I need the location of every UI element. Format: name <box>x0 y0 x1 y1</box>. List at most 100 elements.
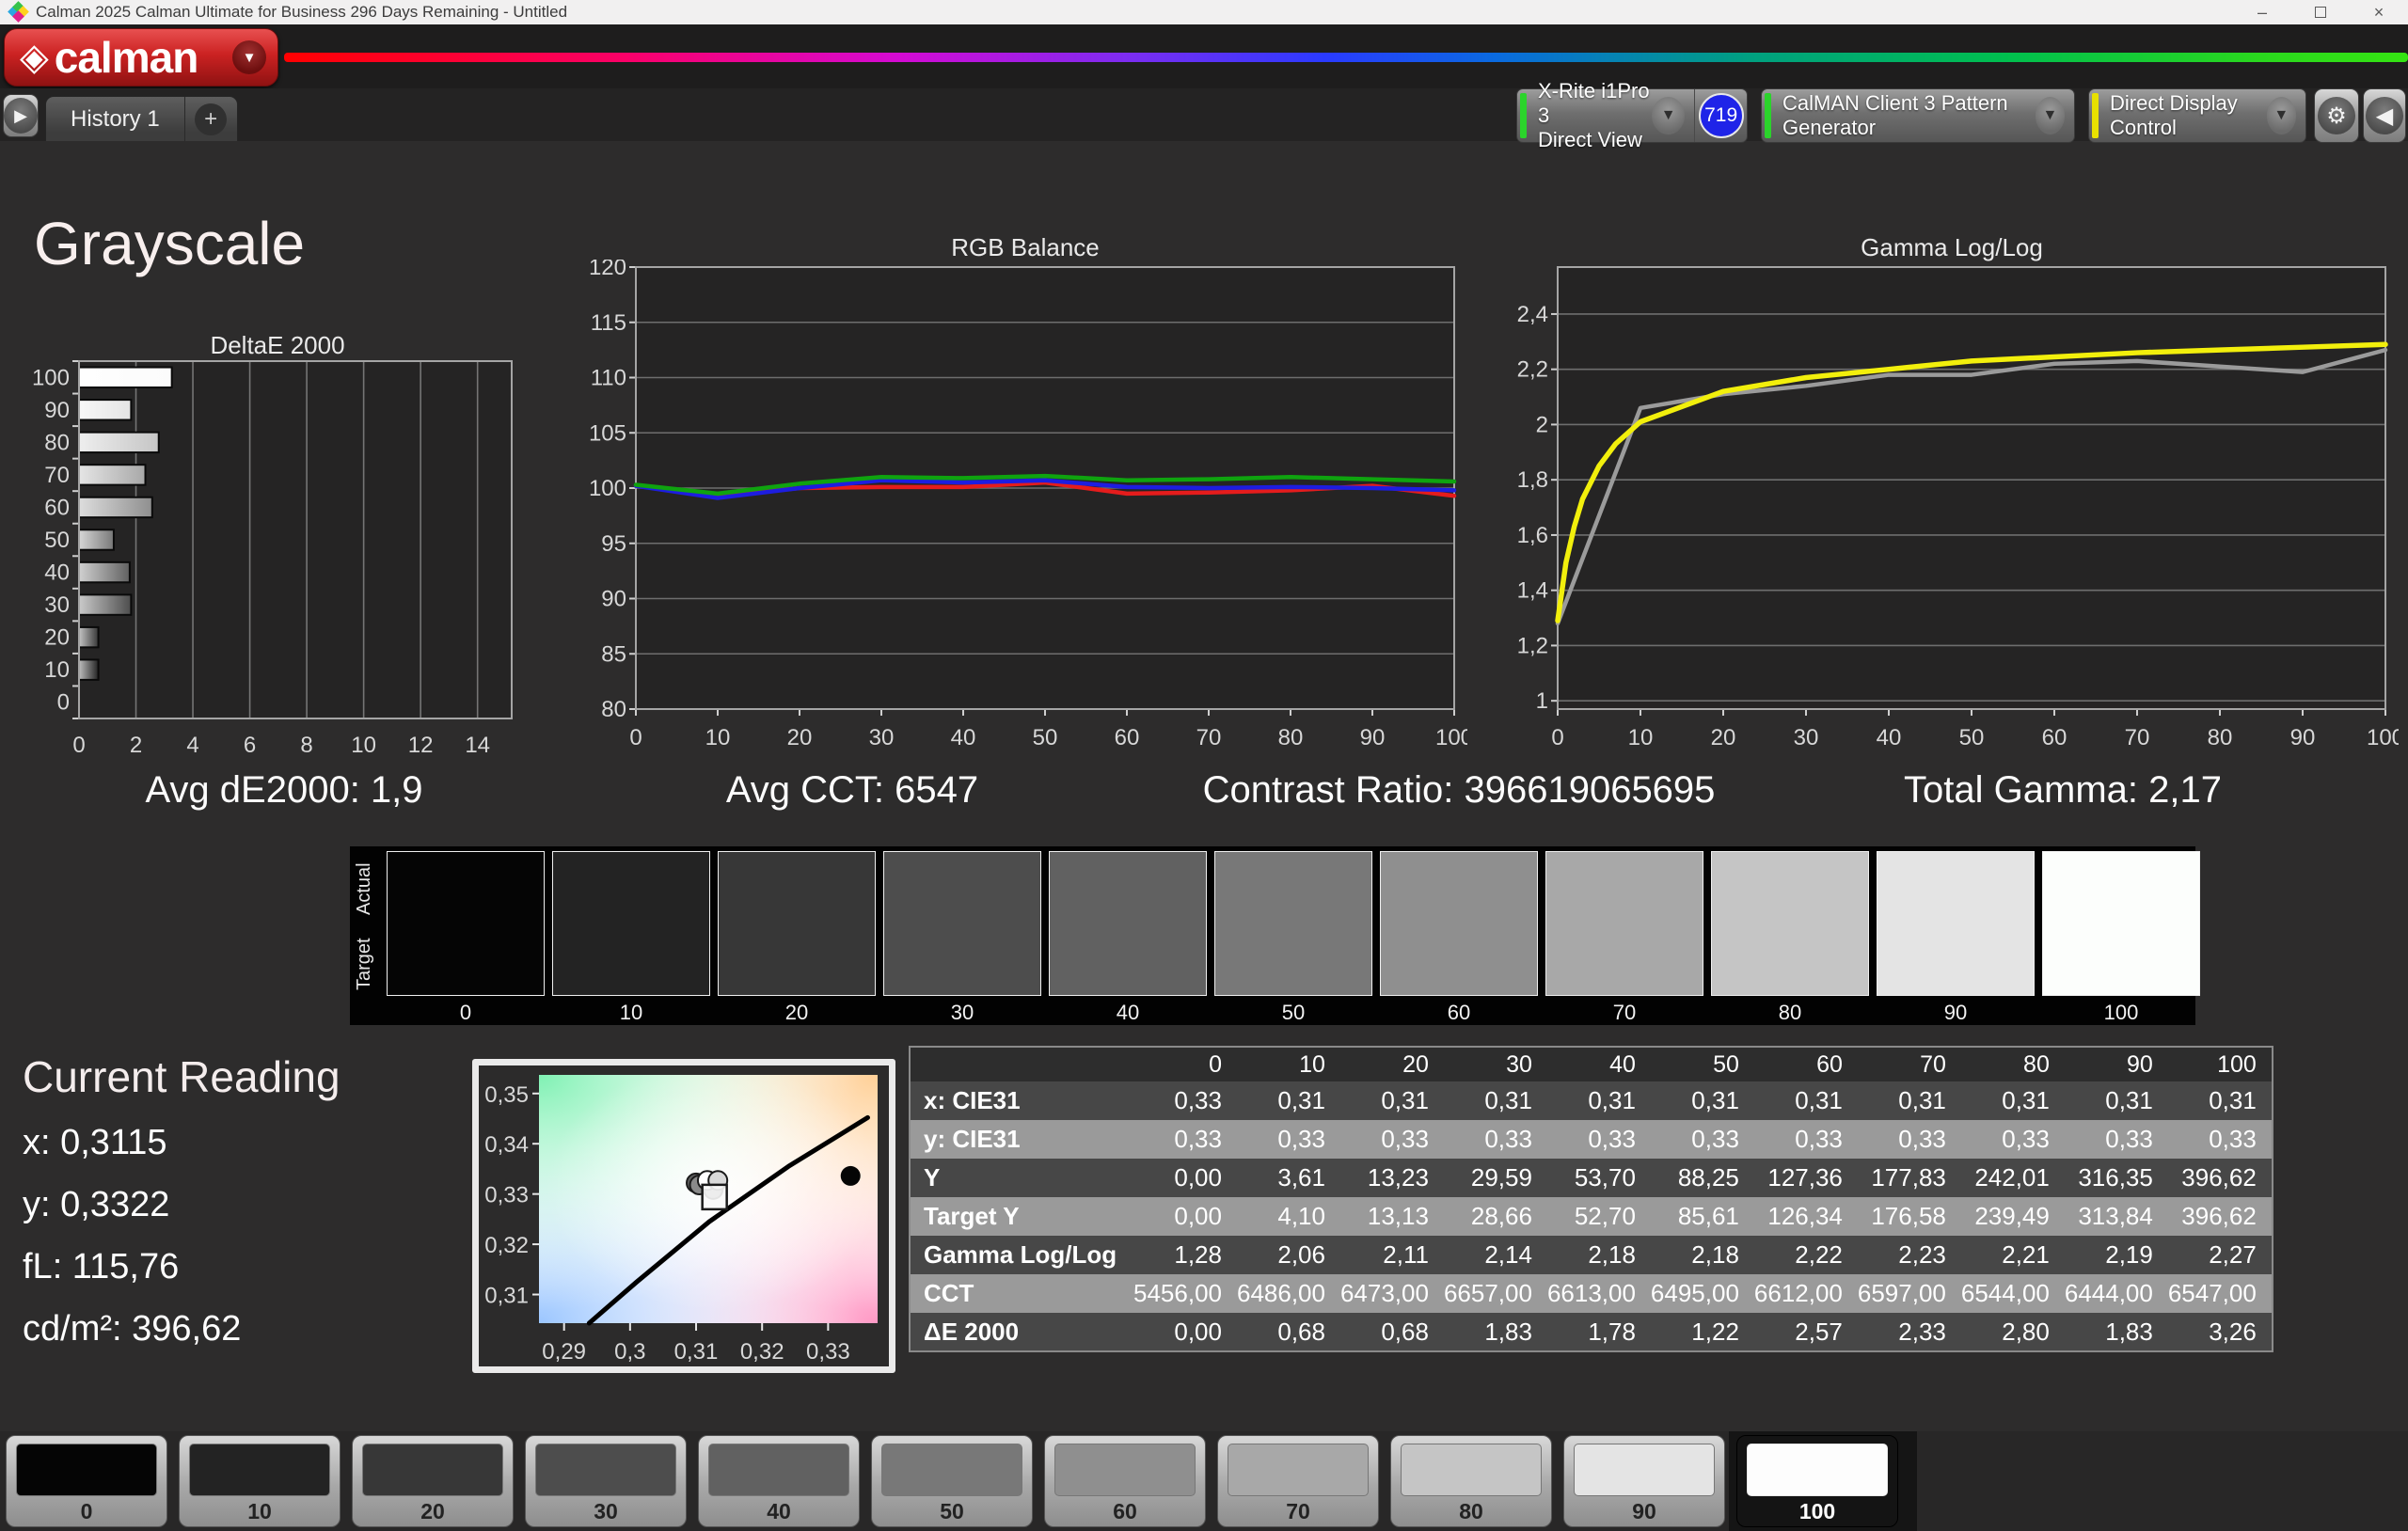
table-cell: 6612,00 <box>1754 1274 1858 1313</box>
cie-chromaticity-panel: 0,310,320,330,340,350,290,30,310,320,33 <box>472 1059 895 1373</box>
svg-text:8: 8 <box>300 733 312 758</box>
table-cell: 0,31 <box>1547 1081 1651 1120</box>
svg-text:120: 120 <box>589 260 626 280</box>
pattern-level-button-30[interactable]: 30 <box>525 1435 687 1527</box>
grayscale-swatch-40 <box>1050 852 1206 995</box>
swatch-level-label: 100 <box>2043 997 2199 1025</box>
titlebar: Calman 2025 Calman Ultimate for Business… <box>0 0 2408 24</box>
table-cell: 239,49 <box>1961 1197 2065 1236</box>
grayscale-swatch-90 <box>1877 852 2034 995</box>
table-cell: 52,70 <box>1547 1197 1651 1236</box>
table-cell: 6444,00 <box>2065 1274 2168 1313</box>
close-button[interactable]: × <box>2350 0 2408 24</box>
table-cell: 2,06 <box>1237 1236 1340 1274</box>
table-cell: 0,33 <box>1444 1120 1547 1159</box>
pattern-level-button-80[interactable]: 80 <box>1390 1435 1552 1527</box>
maximize-icon <box>2315 7 2326 18</box>
svg-text:20: 20 <box>44 625 70 651</box>
svg-text:14: 14 <box>465 733 490 758</box>
table-cell: 0,68 <box>1340 1313 1444 1351</box>
svg-text:1,6: 1,6 <box>1517 523 1548 548</box>
calman-diamond-icon: ◈ <box>20 39 49 76</box>
swatch-level-label: 30 <box>884 997 1040 1025</box>
table-cell: 2,14 <box>1444 1236 1547 1274</box>
window-title: Calman 2025 Calman Ultimate for Business… <box>36 3 567 22</box>
tab-history-1[interactable]: History 1 + <box>45 96 238 141</box>
table-cell: 2,11 <box>1340 1236 1444 1274</box>
pattern-generator-dropdown[interactable]: CalMAN Client 3 Pattern Generator ▼ <box>1761 88 2075 143</box>
gear-icon: ⚙ <box>2318 97 2355 134</box>
pattern-level-button-20[interactable]: 20 <box>352 1435 514 1527</box>
reading-fl: fL: 115,76 <box>23 1247 341 1287</box>
table-cell: 2,23 <box>1858 1236 1961 1274</box>
svg-text:2: 2 <box>1536 412 1548 437</box>
table-cell: 0,31 <box>1237 1081 1340 1120</box>
plus-icon: + <box>195 103 227 135</box>
meter-dropdown[interactable]: X-Rite i1Pro 3 Direct View ▼ 719 <box>1516 88 1748 143</box>
maximize-button[interactable] <box>2291 0 2350 24</box>
table-row: ΔE 20000,000,680,681,831,781,222,572,332… <box>910 1313 2273 1351</box>
pattern-level-button-100[interactable]: 100 <box>1736 1435 1898 1527</box>
svg-text:105: 105 <box>589 420 626 446</box>
minimize-button[interactable]: – <box>2233 0 2291 24</box>
pattern-level-button-50[interactable]: 50 <box>871 1435 1033 1527</box>
display-control-dropdown[interactable]: Direct Display Control ▼ <box>2088 88 2306 143</box>
svg-text:0: 0 <box>1551 725 1563 750</box>
pattern-level-swatch <box>1747 1444 1888 1496</box>
add-tab-button[interactable]: + <box>184 97 237 141</box>
svg-text:60: 60 <box>44 495 70 520</box>
table-cell: 0,33 <box>2168 1120 2273 1159</box>
svg-text:4: 4 <box>186 733 198 758</box>
gamma-chart: 11,21,41,61,822,22,401020304050607080901… <box>1505 260 2399 754</box>
table-cell: 0,31 <box>2065 1081 2168 1120</box>
calman-app-window: Calman 2025 Calman Ultimate for Business… <box>0 0 2408 1531</box>
svg-text:10: 10 <box>1628 725 1654 750</box>
pattern-level-button-90[interactable]: 90 <box>1563 1435 1725 1527</box>
svg-text:0,33: 0,33 <box>806 1339 850 1365</box>
settings-button[interactable]: ⚙ <box>2314 88 2359 143</box>
pattern-level-label: 60 <box>1045 1499 1205 1524</box>
svg-text:60: 60 <box>1115 725 1140 750</box>
table-cell: 0,33 <box>1133 1120 1237 1159</box>
table-cell: 29,59 <box>1444 1159 1547 1197</box>
pattern-level-button-10[interactable]: 10 <box>179 1435 341 1527</box>
table-cell: 0,33 <box>2065 1120 2168 1159</box>
calman-logo-button[interactable]: ◈ calman ▼ <box>4 28 278 87</box>
pattern-level-button-70[interactable]: 70 <box>1217 1435 1379 1527</box>
chevron-down-icon: ▼ <box>2267 97 2296 134</box>
header: ◈ calman ▼ <box>0 24 2408 88</box>
table-row: Y0,003,6113,2329,5953,7088,25127,36177,8… <box>910 1159 2273 1197</box>
logo-dropdown-icon[interactable]: ▼ <box>232 40 266 74</box>
pattern-level-swatch <box>1228 1444 1369 1496</box>
svg-text:40: 40 <box>951 725 976 750</box>
grayscale-swatch-20 <box>719 852 875 995</box>
svg-text:80: 80 <box>44 430 70 455</box>
pattern-level-button-60[interactable]: 60 <box>1044 1435 1206 1527</box>
pattern-level-label: 40 <box>699 1499 859 1524</box>
svg-text:80: 80 <box>1278 725 1304 750</box>
expand-panel-button[interactable]: ▶ <box>3 94 39 137</box>
app-icon <box>9 3 28 22</box>
table-cell: 3,61 <box>1237 1159 1340 1197</box>
svg-text:50: 50 <box>1033 725 1058 750</box>
table-cell: 0,31 <box>1858 1081 1961 1120</box>
table-cell: 2,18 <box>1547 1236 1651 1274</box>
collapse-panel-button[interactable]: ◀ <box>2363 88 2406 143</box>
table-cell: 127,36 <box>1754 1159 1858 1197</box>
swatch-level-label: 50 <box>1215 997 1371 1025</box>
column-header: 0 <box>1133 1047 1237 1081</box>
table-cell: 28,66 <box>1444 1197 1547 1236</box>
svg-text:0,33: 0,33 <box>484 1183 529 1208</box>
pattern-level-button-40[interactable]: 40 <box>698 1435 860 1527</box>
table-cell: 0,33 <box>1754 1120 1858 1159</box>
column-header: 70 <box>1858 1047 1961 1081</box>
table-cell: 2,21 <box>1961 1236 2065 1274</box>
stat-total-gamma: Total Gamma: 2,17 <box>1904 769 2222 812</box>
expand-panel-icon: ▶ <box>4 98 38 134</box>
grayscale-swatch-80 <box>1712 852 1868 995</box>
pattern-level-label: 80 <box>1391 1499 1551 1524</box>
pattern-level-button-0[interactable]: 0 <box>6 1435 167 1527</box>
table-cell: 0,00 <box>1133 1313 1237 1351</box>
svg-text:80: 80 <box>2208 725 2233 750</box>
pattern-level-swatch <box>708 1444 849 1496</box>
